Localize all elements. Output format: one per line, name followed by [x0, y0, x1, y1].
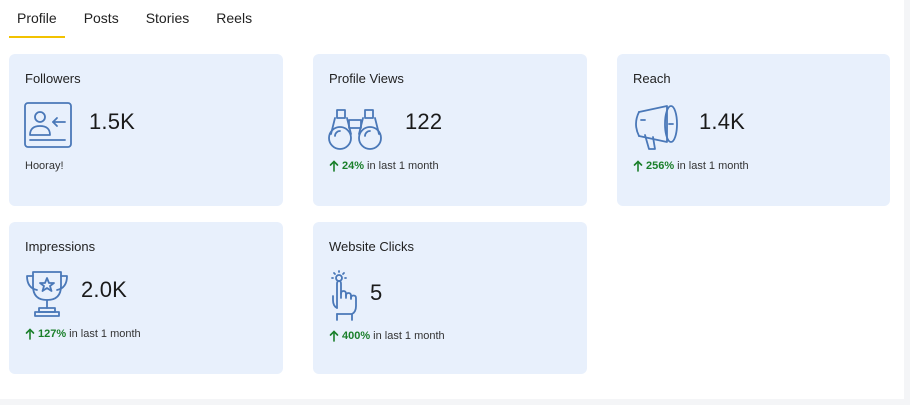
impressions-card: Impressions 2.0K 127% in last 1 month — [9, 222, 283, 374]
card-value: 1.4K — [699, 109, 746, 134]
card-title: Followers — [25, 71, 81, 86]
website-clicks-card: Website Clicks 5 400% in last 1 month — [313, 222, 587, 374]
card-change: 400% in last 1 month — [329, 330, 445, 342]
arrow-up-icon — [25, 328, 35, 340]
change-suffix: in last 1 month — [69, 328, 141, 340]
change-percent: 256% — [646, 160, 675, 172]
change-suffix: in last 1 month — [677, 160, 749, 172]
card-value: 5 — [370, 280, 383, 305]
note-text: Hooray! — [25, 160, 64, 172]
profile-views-card: Profile Views 122 24% in last 1 month — [313, 54, 587, 206]
change-suffix: in last 1 month — [373, 330, 445, 342]
card-value: 1.5K — [89, 109, 136, 134]
change-percent: 400% — [342, 330, 371, 342]
card-note: Hooray! — [25, 160, 64, 172]
tab-profile[interactable]: Profile — [9, 9, 65, 38]
card-change: 256% in last 1 month — [633, 160, 749, 172]
change-percent: 127% — [38, 328, 67, 340]
arrow-up-icon — [329, 160, 339, 172]
card-change: 24% in last 1 month — [329, 160, 439, 172]
card-value: 2.0K — [81, 277, 128, 302]
tab-posts[interactable]: Posts — [76, 9, 127, 38]
tab-bar: Profile Posts Stories Reels — [9, 0, 271, 38]
followers-card: Followers 1.5K Hooray! — [9, 54, 283, 206]
arrow-up-icon — [329, 330, 339, 342]
trophy-icon — [21, 268, 73, 320]
card-title: Impressions — [25, 239, 96, 254]
tab-reels[interactable]: Reels — [208, 9, 260, 38]
tab-stories[interactable]: Stories — [138, 9, 198, 38]
card-title: Website Clicks — [329, 239, 415, 254]
follower-card-icon — [23, 100, 75, 152]
megaphone-icon — [631, 100, 683, 152]
card-change: 127% in last 1 month — [25, 328, 141, 340]
card-title: Reach — [633, 71, 671, 86]
change-suffix: in last 1 month — [367, 160, 439, 172]
change-percent: 24% — [342, 160, 365, 172]
card-value: 122 — [405, 109, 443, 134]
insights-page: Profile Posts Stories Reels Followers 1.… — [0, 0, 904, 399]
card-title: Profile Views — [329, 71, 404, 86]
binoculars-icon — [327, 100, 382, 152]
arrow-up-icon — [633, 160, 643, 172]
reach-card: Reach 1.4K 256% in last 1 month — [617, 54, 890, 206]
